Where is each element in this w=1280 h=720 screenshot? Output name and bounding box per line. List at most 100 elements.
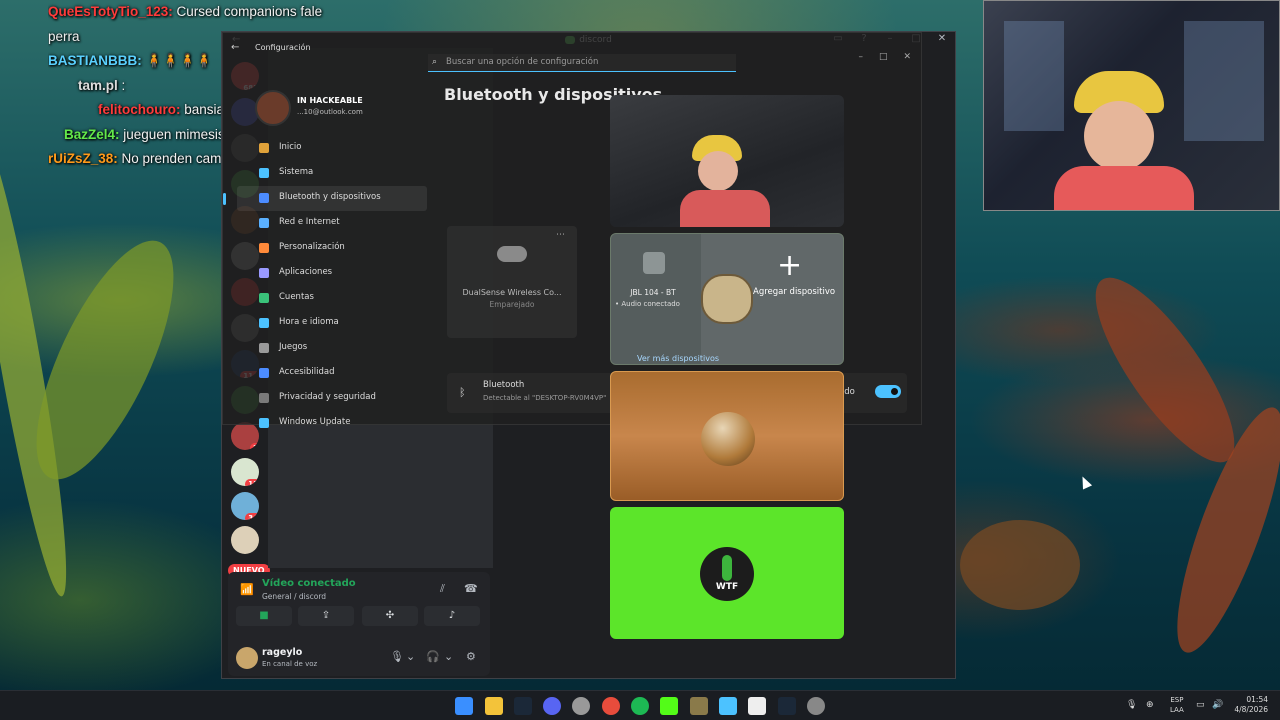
chat-message: QueEsTotyTio_123: Cursed companions fale: [48, 0, 348, 25]
discord-icon[interactable]: [543, 697, 561, 715]
unread-badge: 2: [250, 443, 259, 450]
chat-user: felitochouro:: [98, 102, 181, 117]
video-tile-wtf[interactable]: WTF: [610, 507, 844, 639]
soundboard-button[interactable]: ♪: [424, 606, 480, 626]
server-icon[interactable]: 34: [231, 492, 259, 520]
more-devices-link[interactable]: Ver más dispositivos: [637, 354, 719, 363]
minecraft-icon[interactable]: [690, 697, 708, 715]
settings-minimize-button[interactable]: –: [858, 52, 863, 62]
headphones-icon[interactable]: 🎧: [426, 650, 440, 663]
profile-name: IN HACKEABLE: [297, 96, 363, 105]
device-card-jbl[interactable]: JBL 104 - BT • Audio conectado: [611, 234, 701, 364]
chrome-icon[interactable]: [602, 697, 620, 715]
chat-user: tam.pl: [78, 77, 118, 93]
gamepad-icon: [497, 246, 527, 262]
settings-nav-item[interactable]: Bluetooth y dispositivos: [223, 186, 427, 211]
steam-icon[interactable]: [778, 697, 796, 715]
device-name: DualSense Wireless Co...: [462, 288, 562, 297]
camera-feed: [680, 135, 770, 227]
chevron-down-icon[interactable]: ⌄: [406, 650, 415, 663]
network-icon[interactable]: ⊕: [1146, 700, 1154, 710]
spotify-icon[interactable]: [631, 697, 649, 715]
video-tile-camera[interactable]: [610, 95, 844, 227]
screen-share-button[interactable]: ⇪: [298, 606, 354, 626]
signal-icon[interactable]: 📶: [240, 583, 254, 596]
kick-icon[interactable]: [660, 697, 678, 715]
nav-icon: [259, 193, 269, 203]
settings-search-input[interactable]: ⌕ Buscar una opción de configuración: [428, 54, 736, 72]
nav-label: Sistema: [279, 167, 314, 177]
settings-nav-item[interactable]: Windows Update: [237, 411, 427, 436]
microphone-icon[interactable]: 🎙: [390, 650, 404, 663]
obs-icon[interactable]: [572, 697, 590, 715]
nav-label: Personalización: [279, 242, 345, 252]
display-icon[interactable]: ▭: [1196, 700, 1205, 710]
settings-nav-item[interactable]: Juegos: [237, 336, 427, 361]
server-icon[interactable]: 11: [231, 458, 259, 486]
settings-nav-item[interactable]: Inicio: [237, 136, 427, 161]
chevron-down-icon[interactable]: ⌄: [444, 650, 453, 663]
voice-connection-panel: 📶 Vídeo conectado General / discord ⫽ ☎ …: [228, 572, 490, 676]
server-icon[interactable]: [231, 526, 259, 554]
nav-icon: [259, 243, 269, 253]
clock-time: 01:54: [1246, 695, 1268, 704]
windows-settings-overlay: ← Configuración ⌕ Buscar una opción de c…: [222, 32, 922, 639]
activities-button[interactable]: ✣: [362, 606, 418, 626]
camera-button[interactable]: ■: [236, 606, 292, 626]
more-options-icon[interactable]: ⋯: [556, 230, 565, 240]
settings-nav-item[interactable]: Accesibilidad: [237, 361, 427, 386]
back-arrow-icon[interactable]: ←: [231, 42, 239, 53]
settings-gear-icon[interactable]: [807, 697, 825, 715]
username: rageylo: [262, 647, 303, 658]
noise-suppression-icon[interactable]: ⫽: [440, 582, 445, 596]
voice-channel-link[interactable]: General / discord: [262, 592, 326, 601]
bluetooth-icon: ᛒ: [459, 386, 466, 399]
settings-nav-item[interactable]: Aplicaciones: [237, 261, 427, 286]
video-tile-devices[interactable]: JBL 104 - BT • Audio conectado + Agregar…: [610, 233, 844, 365]
user-panel: rageylo En canal de voz 🎙 ⌄ 🎧 ⌄ ⚙: [228, 642, 490, 672]
disconnect-icon[interactable]: ☎: [464, 582, 478, 595]
avatar[interactable]: [236, 647, 258, 669]
file-explorer-icon[interactable]: [485, 697, 503, 715]
video-tile-orb[interactable]: [610, 371, 844, 501]
nav-label: Hora e idioma: [279, 317, 339, 327]
nav-label: Juegos: [279, 342, 308, 352]
device-status: • Audio conectado: [615, 300, 680, 308]
add-device-button[interactable]: Agregar dispositivo: [753, 287, 835, 297]
microphone-icon[interactable]: 🎙: [1126, 700, 1137, 710]
device-name: JBL 104 - BT: [630, 288, 676, 297]
settings-nav-item[interactable]: Cuentas: [237, 286, 427, 311]
settings-nav-item[interactable]: Sistema: [237, 161, 427, 186]
start-menu-icon[interactable]: [455, 697, 473, 715]
notepad-icon[interactable]: [748, 697, 766, 715]
device-card-dualsense[interactable]: ⋯ DualSense Wireless Co... Emparejado: [447, 226, 577, 338]
voice-status-title: Vídeo conectado: [262, 578, 356, 589]
language-indicator[interactable]: ESP LAA: [1170, 695, 1184, 715]
chat-text: No prenden cam: [117, 151, 222, 166]
search-placeholder: Buscar una opción de configuración: [446, 57, 599, 67]
streamer-avatar: [1054, 71, 1194, 210]
settings-nav-item[interactable]: Privacidad y seguridad: [237, 386, 427, 411]
settings-nav-item[interactable]: Red e Internet: [237, 211, 427, 236]
clock[interactable]: 01:54 4/8/2026: [1232, 695, 1268, 715]
bluetooth-toggle[interactable]: [875, 385, 901, 398]
nav-icon: [259, 293, 269, 303]
settings-maximize-button[interactable]: □: [879, 52, 888, 62]
app-icon[interactable]: [719, 697, 737, 715]
nav-label: Accesibilidad: [279, 367, 335, 377]
avatar: [701, 274, 753, 324]
settings-close-button[interactable]: ✕: [903, 52, 911, 62]
gear-icon[interactable]: ⚙: [466, 650, 476, 663]
avatar-label: WTF: [715, 582, 739, 592]
volume-icon[interactable]: 🔊: [1212, 700, 1223, 710]
settings-header: Configuración: [255, 43, 311, 52]
steam-icon[interactable]: [514, 697, 532, 715]
unread-badge: 11: [245, 479, 259, 486]
close-button[interactable]: ✕: [935, 33, 949, 44]
bluetooth-label: Bluetooth: [483, 380, 525, 390]
plus-icon[interactable]: +: [777, 248, 802, 283]
settings-nav-item[interactable]: Personalización: [237, 236, 427, 261]
settings-nav-item[interactable]: Hora e idioma: [237, 311, 427, 336]
chat-text: Cursed companions fale: [172, 4, 323, 19]
nav-icon: [259, 393, 269, 403]
